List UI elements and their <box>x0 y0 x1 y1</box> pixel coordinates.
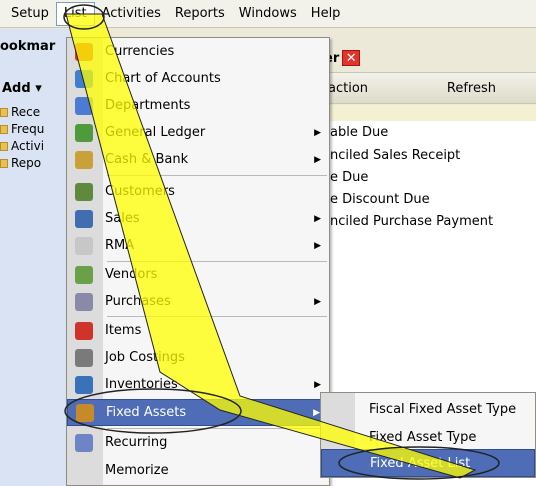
menu-item-vendors[interactable]: Vendors <box>67 261 329 288</box>
menu-setup[interactable]: Setup <box>4 0 56 28</box>
submenu-arrow-icon: ▶ <box>314 127 321 138</box>
submenu-arrow-icon: ▶ <box>314 379 321 390</box>
menu-windows[interactable]: Windows <box>232 0 304 28</box>
submenu-arrow-icon: ▶ <box>314 296 321 307</box>
submenu-arrow-icon: ▶ <box>314 240 321 251</box>
cash-bank-icon <box>75 150 93 169</box>
menu-item-general-ledger[interactable]: General Ledger ▶ <box>67 119 329 146</box>
bookmark-item[interactable]: Frequ <box>0 120 44 138</box>
bookmark-item[interactable]: Repo <box>0 154 41 172</box>
close-icon[interactable]: ✕ <box>342 50 361 66</box>
customers-icon <box>75 182 93 201</box>
menu-item-inventories[interactable]: Inventories ▶ <box>67 371 329 398</box>
sales-icon <box>75 209 93 228</box>
reminder-item[interactable]: e Discount Due <box>330 189 430 210</box>
submenu-item-fixed-asset-list[interactable]: Fixed Asset List <box>321 449 535 477</box>
menu-item-purchases[interactable]: Purchases ▶ <box>67 288 329 315</box>
fixed-assets-icon <box>76 403 94 422</box>
menu-item-fixed-assets[interactable]: Fixed Assets ▶ <box>67 399 329 426</box>
job-costings-icon <box>75 348 93 367</box>
menubar: Setup List Activities Reports Windows He… <box>0 0 536 28</box>
action-button[interactable]: action <box>328 81 368 96</box>
menu-item-job-costings[interactable]: Job Costings <box>67 344 329 371</box>
bookmarks-title: ookmar <box>0 39 56 54</box>
refresh-button[interactable]: Refresh <box>447 81 496 96</box>
menu-activities[interactable]: Activities <box>95 0 168 28</box>
bookmarks-panel: ookmar Add ▾ Rece Frequ Activi Repo <box>0 29 70 486</box>
submenu-arrow-icon: ▶ <box>314 154 321 165</box>
currency-icon <box>75 42 93 61</box>
menu-item-rma[interactable]: RMA ▶ <box>67 232 329 259</box>
reminder-item[interactable]: nciled Sales Receipt <box>330 145 460 166</box>
chart-of-accounts-icon <box>75 69 93 88</box>
menu-item-sales[interactable]: Sales ▶ <box>67 205 329 232</box>
folder-icon <box>0 124 8 134</box>
purchases-icon <box>75 292 93 311</box>
reminder-toolbar: action Refresh <box>320 72 536 104</box>
menu-item-departments[interactable]: Departments <box>67 92 329 119</box>
folder-icon <box>0 158 8 168</box>
recurring-icon <box>75 433 93 452</box>
rma-icon <box>75 236 93 255</box>
menu-list[interactable]: List <box>55 1 95 26</box>
blank-icon <box>75 462 93 480</box>
general-ledger-icon <box>75 123 93 142</box>
bookmark-item[interactable]: Rece <box>0 103 40 121</box>
folder-icon <box>0 107 8 117</box>
menu-item-chart-of-accounts[interactable]: Chart of Accounts <box>67 65 329 92</box>
menu-reports[interactable]: Reports <box>168 0 232 28</box>
bookmark-item[interactable]: Activi <box>0 137 44 155</box>
menu-separator <box>107 175 327 176</box>
menu-help[interactable]: Help <box>304 0 348 28</box>
menu-item-recurring[interactable]: Recurring <box>67 429 329 456</box>
list-menu: Currencies Chart of Accounts Departments… <box>66 37 330 486</box>
menu-item-memorize[interactable]: Memorize <box>67 457 329 484</box>
folder-icon <box>0 141 8 151</box>
menu-item-cash-bank[interactable]: Cash & Bank ▶ <box>67 146 329 173</box>
items-icon <box>75 321 93 340</box>
submenu-arrow-icon: ▶ <box>314 213 321 224</box>
menu-item-currencies[interactable]: Currencies <box>67 38 329 65</box>
inventories-icon <box>75 375 93 394</box>
reminder-item[interactable]: able Due <box>330 122 388 143</box>
menu-item-items[interactable]: Items <box>67 317 329 344</box>
vendors-icon <box>75 265 93 284</box>
reminder-panel-header: er ✕ <box>320 47 536 69</box>
reminder-item[interactable]: nciled Purchase Payment <box>330 211 493 232</box>
submenu-item-fiscal-fixed-asset-type[interactable]: Fiscal Fixed Asset Type <box>321 395 535 423</box>
reminder-item[interactable]: e Due <box>330 167 368 188</box>
submenu-arrow-icon: ▶ <box>313 407 320 418</box>
fixed-assets-submenu: Fiscal Fixed Asset Type Fixed Asset Type… <box>320 392 536 478</box>
add-dropdown-button[interactable]: Add ▾ <box>2 81 42 96</box>
submenu-item-fixed-asset-type[interactable]: Fixed Asset Type <box>321 423 535 451</box>
departments-icon <box>75 96 93 115</box>
menu-item-customers[interactable]: Customers <box>67 178 329 205</box>
reminder-band <box>320 105 536 121</box>
